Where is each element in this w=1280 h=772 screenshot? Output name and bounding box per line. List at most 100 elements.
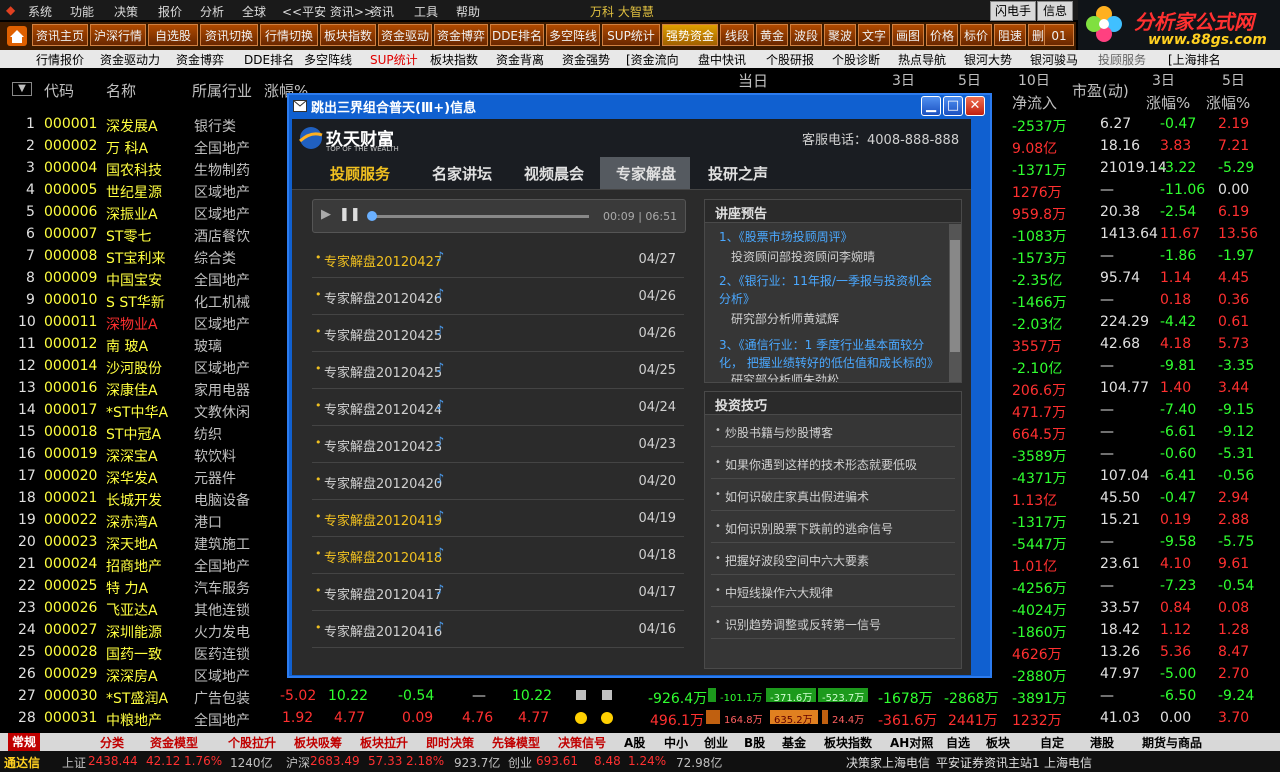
bottom-tab[interactable]: 分类	[100, 734, 124, 751]
menu-tools[interactable]: 工具	[414, 3, 438, 20]
music-note-icon[interactable]: ♪	[436, 250, 444, 265]
header-name[interactable]: 名称	[106, 80, 136, 101]
music-note-icon[interactable]: ♪	[436, 435, 444, 450]
tip-link[interactable]: 如果你遇到这样的技术形态就要低吸	[725, 456, 917, 473]
tab-stock-diagnosis[interactable]: 个股诊断	[832, 51, 880, 68]
header-3day-change[interactable]: 涨幅%	[1146, 92, 1190, 113]
toolbar-capital-game[interactable]: 资金博弈	[434, 24, 488, 46]
expert-list-item[interactable]: • 专家解盘20120418 ♪ 04/18	[312, 537, 684, 574]
tab-capital-drive[interactable]: 资金驱动力	[100, 51, 160, 68]
pause-icon[interactable]: ❚❚	[339, 207, 361, 222]
menu-global[interactable]: 全球	[242, 3, 266, 20]
bottom-tab[interactable]: 中小	[664, 734, 688, 751]
expert-list-item[interactable]: • 专家解盘20120425 ♪ 04/25	[312, 352, 684, 389]
music-note-icon[interactable]: ♪	[436, 509, 444, 524]
nav-video[interactable]: 视频晨会	[524, 163, 584, 184]
bottom-tab[interactable]: 创业	[704, 734, 728, 751]
toolbar-wave[interactable]: 波段	[790, 24, 822, 46]
bottom-tab[interactable]: 自选	[946, 734, 970, 751]
play-icon[interactable]: ▶	[321, 207, 331, 222]
nav-lecture[interactable]: 名家讲坛	[432, 163, 492, 184]
tab-long-short[interactable]: 多空阵线	[304, 51, 352, 68]
toolbar-market-quotes[interactable]: 沪深行情	[90, 24, 146, 46]
bottom-tab[interactable]: 即时决策	[426, 734, 474, 751]
expert-list-item[interactable]: • 专家解盘20120427 ♪ 04/27	[312, 241, 684, 278]
bottom-tab[interactable]: 板块	[986, 734, 1010, 751]
toolbar-gold[interactable]: 黄金	[756, 24, 788, 46]
expert-list-item[interactable]: • 专家解盘20120425 ♪ 04/26	[312, 315, 684, 352]
progress-track[interactable]	[369, 215, 589, 218]
tip-link[interactable]: 识别趋势调整或反转第一信号	[725, 616, 881, 633]
toolbar-text[interactable]: 文字	[858, 24, 890, 46]
tab-advisory[interactable]: 投顾服务	[1098, 51, 1146, 68]
home-icon[interactable]	[6, 25, 28, 47]
bottom-tab[interactable]: 资金模型	[150, 734, 198, 751]
toolbar-segment[interactable]: 线段	[720, 24, 754, 46]
progress-handle[interactable]	[367, 211, 377, 221]
toolbar-mark-price[interactable]: 标价	[960, 24, 992, 46]
tip-link[interactable]: 如何识破庄家真出假进骗术	[725, 488, 869, 505]
header-net-inflow[interactable]: 净流入	[1012, 92, 1057, 113]
toolbar-dde-rank[interactable]: DDE排名	[490, 24, 544, 46]
tab-quotes[interactable]: 行情报价	[36, 51, 84, 68]
toolbar-news-switch[interactable]: 资讯切换	[200, 24, 258, 46]
bottom-tab[interactable]: 自定	[1040, 734, 1064, 751]
tab-capital-divergence[interactable]: 资金背离	[496, 51, 544, 68]
bottom-tab[interactable]: A股	[624, 734, 645, 751]
toolbar-gather-wave[interactable]: 聚波	[824, 24, 856, 46]
menu-decision[interactable]: 决策	[114, 3, 138, 20]
tip-link[interactable]: 把握好波段空间中六大要素	[725, 552, 869, 569]
menu-analysis[interactable]: 分析	[200, 3, 224, 20]
tab-sector-index[interactable]: 板块指数	[430, 51, 478, 68]
music-note-icon[interactable]: ♪	[436, 324, 444, 339]
music-note-icon[interactable]: ♪	[436, 583, 444, 598]
bottom-tab[interactable]: 先锋模型	[492, 734, 540, 751]
expert-list-item[interactable]: • 专家解盘20120424 ♪ 04/24	[312, 389, 684, 426]
tab-stock-research[interactable]: 个股研报	[766, 51, 814, 68]
header-code[interactable]: 代码	[44, 80, 74, 101]
menu-quote[interactable]: 报价	[158, 3, 182, 20]
tab-capital-strength[interactable]: 资金强势	[562, 51, 610, 68]
expert-list-item[interactable]: • 专家解盘20120419 ♪ 04/19	[312, 500, 684, 537]
menu-system[interactable]: 系统	[28, 3, 52, 20]
toolbar-sector-index[interactable]: 板块指数	[320, 24, 376, 46]
tab-shanghai-rank[interactable]: [上海排名	[1168, 51, 1221, 68]
flash-trade-button[interactable]: 闪电手	[990, 1, 1036, 21]
info-button[interactable]: 信息	[1037, 1, 1073, 21]
toolbar-watchlist[interactable]: 自选股	[148, 24, 198, 46]
column-menu-icon[interactable]: ▼	[12, 82, 32, 96]
maximize-button[interactable]: □	[943, 96, 963, 116]
tab-sup-stats[interactable]: SUP统计	[370, 51, 418, 68]
lecture-3-title[interactable]: 3、《通信行业：1 季度行业基本面较分化， 把握业绩转好的低估值和成长标的》	[719, 336, 939, 372]
expert-list-item[interactable]: • 专家解盘20120426 ♪ 04/26	[312, 278, 684, 315]
toolbar-01[interactable]: 01	[1044, 24, 1074, 46]
bottom-tab[interactable]: 基金	[782, 734, 806, 751]
toolbar-sup-stats[interactable]: SUP统计	[602, 24, 660, 46]
header-pe[interactable]: 市盈(动)	[1072, 80, 1129, 101]
music-note-icon[interactable]: ♪	[436, 620, 444, 635]
tab-hot-nav[interactable]: 热点导航	[898, 51, 946, 68]
bottom-tab[interactable]: 板块吸筹	[294, 734, 342, 751]
tip-link[interactable]: 中短线操作六大规律	[725, 584, 833, 601]
toolbar-news-home[interactable]: 资讯主页	[32, 24, 88, 46]
bottom-tab[interactable]: B股	[744, 734, 765, 751]
expert-list-item[interactable]: • 专家解盘20120420 ♪ 04/20	[312, 463, 684, 500]
menu-pingan-news[interactable]: <<平安 资讯>>	[282, 3, 374, 20]
bottom-tab[interactable]: 常规	[8, 733, 41, 751]
toolbar-draw[interactable]: 画图	[892, 24, 924, 46]
header-industry[interactable]: 所属行业	[192, 80, 252, 101]
nav-expert[interactable]: 专家解盘	[616, 163, 676, 184]
lecture-2-title[interactable]: 2、《银行业：11年报/一季报与投资机会分析》	[719, 272, 937, 308]
toolbar-long-short[interactable]: 多空阵线	[546, 24, 600, 46]
nav-advisory[interactable]: 投顾服务	[330, 163, 390, 184]
tab-capital-flow[interactable]: [资金流向	[626, 51, 679, 68]
minimize-button[interactable]: ▁	[921, 96, 941, 116]
toolbar-quote-switch[interactable]: 行情切换	[260, 24, 318, 46]
bottom-tab[interactable]: 板块指数	[824, 734, 872, 751]
tab-dde-rank[interactable]: DDE排名	[244, 51, 294, 68]
menu-news[interactable]: 资讯	[370, 3, 394, 20]
toolbar-strong-capital[interactable]: 强势资金	[662, 24, 718, 46]
app-menu-icon[interactable]: ◆	[6, 3, 15, 17]
tip-link[interactable]: 如何识别股票下跌前的逃命信号	[725, 520, 893, 537]
music-note-icon[interactable]: ♪	[436, 546, 444, 561]
